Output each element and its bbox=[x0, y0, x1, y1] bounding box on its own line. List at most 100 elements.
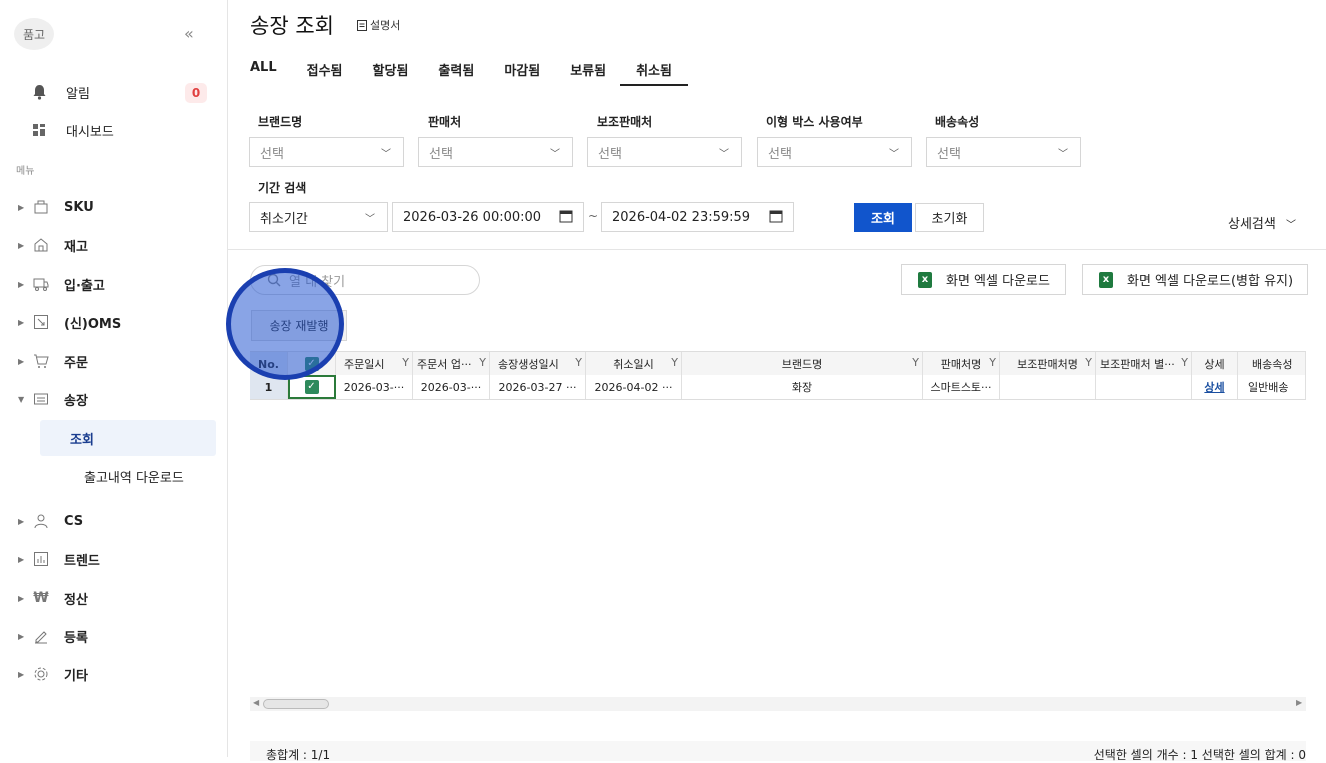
brand-select-value: 선택 bbox=[260, 146, 284, 162]
filter-icon[interactable]: Y bbox=[671, 356, 678, 369]
sidebar-tree-order[interactable]: ▶ 주문 bbox=[0, 345, 227, 377]
dashboard-icon bbox=[30, 121, 48, 139]
sidebar-item-alerts[interactable]: 알림 0 bbox=[0, 75, 227, 109]
detail-link[interactable]: 상세 bbox=[1204, 379, 1224, 395]
reissue-invoice-button[interactable]: 송장 재발행 bbox=[251, 310, 347, 341]
column-header-label: 보조판매처 별··· bbox=[1100, 358, 1175, 371]
tab-cancelled[interactable]: 취소됨 bbox=[620, 56, 688, 86]
sidebar-item-label: 트렌드 bbox=[64, 553, 100, 569]
grid-footer: 총합계 : 1/1 선택한 셀의 개수 : 1 선택한 셀의 합계 : 0 bbox=[250, 741, 1306, 762]
excel-download-label: 화면 엑셀 다운로드 bbox=[946, 274, 1050, 289]
reset-button[interactable]: 초기화 bbox=[915, 203, 984, 232]
date-to-input[interactable]: 2026-04-02 23:59:59 bbox=[601, 202, 794, 232]
collapse-sidebar-button[interactable]: « bbox=[184, 24, 194, 43]
filter-icon[interactable]: Y bbox=[575, 356, 582, 369]
sidebar-tree-settlement[interactable]: ▶ ₩ 정산 bbox=[0, 582, 227, 614]
sidebar-tree-cs[interactable]: ▶ CS bbox=[0, 505, 227, 537]
manual-label: 설명서 bbox=[370, 19, 401, 32]
caret-right-icon: ▶ bbox=[18, 593, 25, 603]
scroll-right-icon[interactable]: ▶ bbox=[1296, 698, 1302, 707]
tab-received[interactable]: 접수됨 bbox=[307, 56, 343, 86]
period-type-select[interactable]: 취소기간 ﹀ bbox=[249, 202, 388, 232]
sub-seller-select[interactable]: 선택 ﹀ bbox=[587, 137, 742, 167]
date-from-input[interactable]: 2026-03-26 00:00:00 bbox=[392, 202, 584, 232]
ship-select[interactable]: 선택 ﹀ bbox=[926, 137, 1081, 167]
checkbox-checked-icon[interactable]: ✓ bbox=[304, 357, 319, 371]
col-brand[interactable]: 브랜드명 Y bbox=[682, 352, 923, 376]
tab-assigned[interactable]: 할당됨 bbox=[373, 56, 409, 86]
sidebar-item-dashboard[interactable]: 대시보드 bbox=[0, 113, 227, 147]
excel-download-merge-button[interactable]: x 화면 엑셀 다운로드(병합 유지) bbox=[1082, 264, 1308, 295]
brand-select[interactable]: 선택 ﹀ bbox=[249, 137, 404, 167]
tab-printed[interactable]: 출력됨 bbox=[438, 56, 474, 86]
scroll-left-icon[interactable]: ◀ bbox=[253, 698, 259, 707]
col-cancel-date[interactable]: 취소일시 Y bbox=[586, 352, 682, 376]
filter-icon[interactable]: Y bbox=[402, 356, 409, 369]
column-search-placeholder: 열 내 찾기 bbox=[289, 274, 346, 290]
col-select-all[interactable]: ✓ bbox=[288, 352, 336, 376]
caret-right-icon: ▶ bbox=[18, 202, 25, 212]
filter-icon[interactable]: Y bbox=[1181, 356, 1188, 369]
excel-icon: x bbox=[918, 271, 932, 288]
invoice-grid: No. ✓ 주문일시 Y 주문서 업··· Y 송장생성일시 Y 취소일시 Y 브랜드명… bbox=[250, 351, 1306, 400]
bar-chart-icon bbox=[32, 550, 50, 568]
col-sub-seller-alias[interactable]: 보조판매처 별··· Y bbox=[1096, 352, 1192, 376]
pencil-icon bbox=[32, 627, 50, 645]
sidebar-tree-oms[interactable]: ▶ (신)OMS bbox=[0, 306, 227, 338]
row-select-checkbox[interactable]: ✓ bbox=[288, 375, 336, 399]
seller-select-value: 선택 bbox=[429, 146, 453, 162]
cell-detail[interactable]: 상세 bbox=[1192, 375, 1238, 399]
seller-select[interactable]: 선택 ﹀ bbox=[418, 137, 573, 167]
warehouse-icon bbox=[32, 236, 50, 254]
tab-all[interactable]: ALL bbox=[250, 56, 277, 86]
col-sub-seller[interactable]: 보조판매처명 Y bbox=[1000, 352, 1096, 376]
gear-icon bbox=[32, 665, 50, 683]
sidebar-item-label: 등록 bbox=[64, 630, 88, 646]
sidebar-tree-inout[interactable]: ▶ 입·출고 bbox=[0, 268, 227, 300]
caret-right-icon: ▶ bbox=[18, 631, 25, 641]
truck-icon bbox=[32, 275, 50, 293]
calendar-icon[interactable] bbox=[769, 209, 783, 223]
column-header-label: 주문서 업··· bbox=[417, 358, 472, 371]
cart-icon bbox=[32, 352, 50, 370]
col-order-date[interactable]: 주문일시 Y bbox=[336, 352, 413, 376]
box-filter-label: 이형 박스 사용여부 bbox=[766, 115, 863, 129]
col-order-upload[interactable]: 주문서 업··· Y bbox=[413, 352, 490, 376]
tab-closed[interactable]: 마감됨 bbox=[504, 56, 540, 86]
filter-icon[interactable]: Y bbox=[1085, 356, 1092, 369]
sidebar-item-label: (신)OMS bbox=[64, 316, 122, 332]
box-select[interactable]: 선택 ﹀ bbox=[757, 137, 912, 167]
col-seller[interactable]: 판매처명 Y bbox=[923, 352, 1000, 376]
search-button[interactable]: 조회 bbox=[854, 203, 912, 232]
company-logo[interactable]: 품고 bbox=[14, 18, 54, 50]
sidebar-tree-etc[interactable]: ▶ 기타 bbox=[0, 658, 227, 690]
scrollbar-thumb[interactable] bbox=[263, 699, 329, 709]
filter-icon[interactable]: Y bbox=[479, 356, 486, 369]
won-icon: ₩ bbox=[33, 590, 49, 606]
caret-right-icon: ▶ bbox=[18, 669, 25, 679]
horizontal-scrollbar[interactable] bbox=[250, 697, 1306, 711]
search-icon bbox=[267, 273, 281, 287]
sidebar-tree-invoice[interactable]: ▼ 송장 bbox=[0, 383, 227, 415]
filter-icon[interactable]: Y bbox=[912, 356, 919, 369]
calendar-icon[interactable] bbox=[559, 209, 573, 223]
column-search-input[interactable]: 열 내 찾기 bbox=[250, 265, 480, 295]
filter-icon[interactable]: Y bbox=[989, 356, 996, 369]
cell-shipping: 일반배송 bbox=[1238, 375, 1306, 399]
checkbox-checked-icon[interactable]: ✓ bbox=[304, 380, 319, 394]
tab-held[interactable]: 보류됨 bbox=[570, 56, 606, 86]
manual-link[interactable]: 설명서 bbox=[357, 17, 400, 33]
sidebar-item-label: 송장 bbox=[64, 393, 88, 409]
excel-download-button[interactable]: x 화면 엑셀 다운로드 bbox=[901, 264, 1066, 295]
col-invoice-created[interactable]: 송장생성일시 Y bbox=[490, 352, 586, 376]
detail-search-toggle[interactable]: 상세검색 ﹀ bbox=[1228, 213, 1296, 232]
sidebar-tree-trend[interactable]: ▶ 트렌드 bbox=[0, 543, 227, 575]
table-row[interactable]: 1 ✓ 2026-03-··· 2026-03-··· 2026-03-27 ·… bbox=[250, 375, 1306, 400]
sidebar-sub-lookup[interactable]: 조회 bbox=[40, 420, 216, 456]
sidebar-tree-sku[interactable]: ▶ SKU bbox=[0, 191, 227, 223]
sidebar-tree-register[interactable]: ▶ 등록 bbox=[0, 620, 227, 652]
chevron-down-icon: ﹀ bbox=[889, 149, 899, 160]
row-no: 1 bbox=[250, 375, 288, 399]
sidebar-sub-download[interactable]: 출고내역 다운로드 bbox=[40, 458, 216, 494]
sidebar-tree-stock[interactable]: ▶ 재고 bbox=[0, 229, 227, 261]
